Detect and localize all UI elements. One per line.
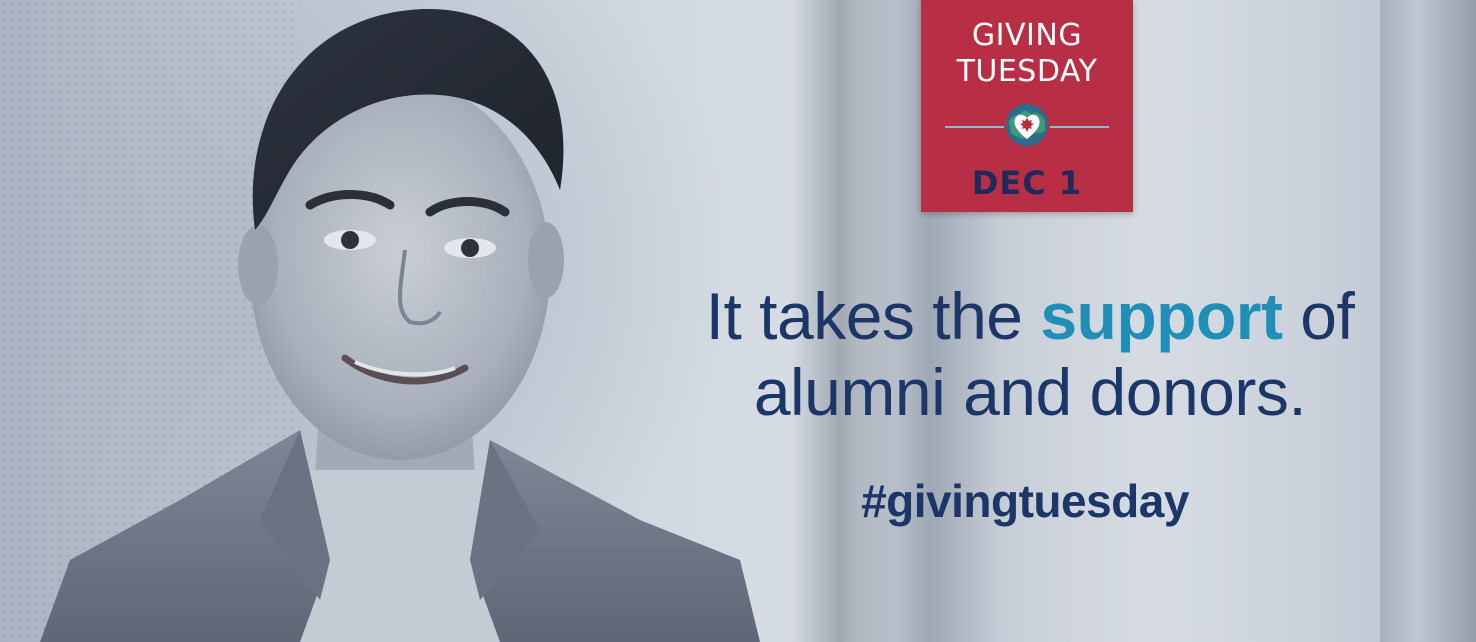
- headline-text-start: It takes the: [705, 279, 1041, 353]
- portrait-photo: [40, 9, 760, 642]
- background-frame: [1380, 0, 1476, 642]
- giving-tuesday-logo: GIVING TUESDAY DEC 1: [921, 0, 1133, 212]
- giving-tuesday-banner: GIVING TUESDAY DEC 1 It takes the suppor…: [0, 0, 1476, 642]
- logo-text-giving: GIVING: [971, 18, 1083, 53]
- headline: It takes the support of alumni and donor…: [700, 278, 1360, 430]
- headline-line2: alumni and donors.: [753, 355, 1307, 429]
- globe-heart-maple-leaf-icon: [1004, 102, 1050, 148]
- hashtag: #givingtuesday: [861, 475, 1189, 527]
- logo-date: DEC 1: [971, 164, 1083, 202]
- headline-line1: It takes the support of: [700, 278, 1360, 354]
- headline-text-end: of: [1282, 279, 1355, 353]
- headline-accent-word: support: [1040, 279, 1283, 353]
- logo-text-tuesday: TUESDAY: [956, 54, 1098, 89]
